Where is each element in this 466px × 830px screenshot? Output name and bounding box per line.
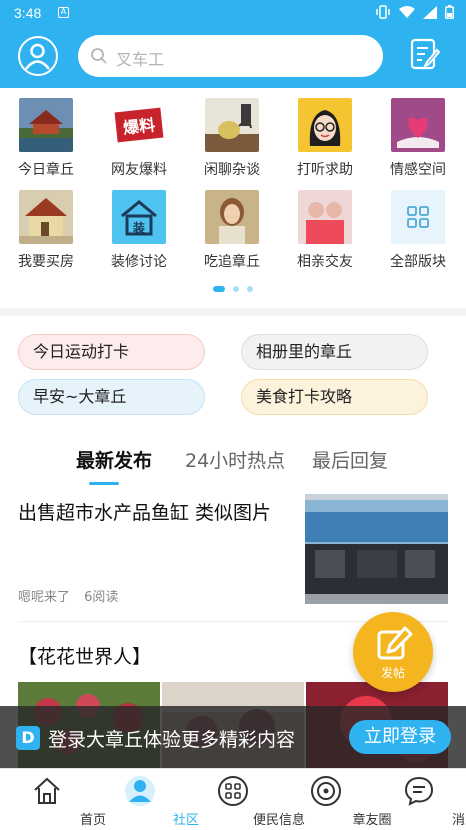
feed-tabs: 最新发布 24小时热点 最后回复 xyxy=(0,446,466,486)
page-indicator xyxy=(0,286,466,292)
category-user-tips[interactable]: 爆料 网友爆料 xyxy=(96,98,182,179)
new-post-label: 发帖 xyxy=(380,666,405,680)
category-decoration[interactable]: 装 装修讨论 xyxy=(96,190,182,271)
search-placeholder: 叉车工 xyxy=(116,50,165,69)
book-heart-photo xyxy=(391,98,445,152)
nav-home[interactable]: 首页 xyxy=(0,769,106,830)
tab-last-reply[interactable]: 最后回复 xyxy=(312,446,388,473)
pavilion-photo xyxy=(19,98,73,152)
status-time: 3:48 xyxy=(14,5,42,21)
search-icon xyxy=(90,47,108,69)
status-bar: 3:48 A xyxy=(0,0,466,26)
category-ask-help[interactable]: 打听求助 xyxy=(282,98,368,179)
edit-icon[interactable] xyxy=(410,38,441,74)
bottom-nav: 首页 社区 便民信息 章友圈 消息 xyxy=(0,768,466,830)
user-icon[interactable] xyxy=(18,36,58,76)
login-prompt: 登录大章丘体验更多精彩内容 xyxy=(48,729,296,751)
page-dot xyxy=(247,286,253,292)
teapot-photo xyxy=(205,98,259,152)
category-emotion[interactable]: 情感空间 xyxy=(375,98,461,179)
girl-glasses-cartoon xyxy=(298,98,352,152)
decor-icon: 装 xyxy=(112,190,166,244)
nav-community[interactable]: 社区 xyxy=(93,769,199,830)
signal-icon xyxy=(423,5,437,23)
category-label: 情感空间 xyxy=(390,162,446,178)
category-grid: 今日章丘 爆料 网友爆料 闲聊杂谈 打听求助 情感空间 我要买房 装 装修讨论 … xyxy=(0,88,466,308)
category-chat[interactable]: 闲聊杂谈 xyxy=(189,98,275,179)
main-feed: 今日运动打卡 相册里的章丘 早安~大章丘 美食打卡攻略 最新发布 24小时热点 … xyxy=(0,316,466,768)
category-label: 闲聊杂谈 xyxy=(204,162,260,178)
tab-latest[interactable]: 最新发布 xyxy=(76,446,152,473)
nav-friend-circle[interactable]: 章友圈 xyxy=(279,769,392,830)
tag-sport-checkin[interactable]: 今日运动打卡 xyxy=(18,334,205,370)
couple-photo xyxy=(298,190,352,244)
category-today-zhangqiu[interactable]: 今日章丘 xyxy=(3,98,89,179)
login-button[interactable]: 立即登录 xyxy=(349,720,451,754)
baoliao-stamp: 爆料 xyxy=(112,98,166,152)
page-dot xyxy=(233,286,239,292)
new-post-button[interactable]: 发帖 xyxy=(353,612,433,692)
top-bar: 3:48 A 叉车工 xyxy=(0,0,466,88)
nav-services[interactable]: 便民信息 xyxy=(186,769,305,830)
category-food[interactable]: 吃追章丘 xyxy=(189,190,275,271)
post-meta: 嗯呢来了 6阅读 xyxy=(18,586,118,605)
tag-food-guide[interactable]: 美食打卡攻略 xyxy=(241,379,428,415)
post-title[interactable]: 【花花世界人】 xyxy=(18,642,151,669)
search-input[interactable]: 叉车工 xyxy=(78,35,383,77)
post-author: 嗯呢来了 xyxy=(18,590,71,605)
category-label: 装修讨论 xyxy=(111,254,167,270)
circle-icon xyxy=(310,775,342,807)
category-all-boards[interactable]: 全部版块 xyxy=(375,190,461,271)
tab-indicator xyxy=(89,482,119,485)
page-dot-active xyxy=(213,286,225,292)
svg-text:装: 装 xyxy=(132,220,145,235)
nav-label: 消息 xyxy=(451,813,466,828)
services-icon xyxy=(217,775,249,807)
post-title[interactable]: 出售超市水产品鱼缸 类似图片 xyxy=(18,498,271,525)
tag-album[interactable]: 相册里的章丘 xyxy=(241,334,428,370)
nav-messages[interactable]: 消息 xyxy=(372,769,466,830)
category-buy-house[interactable]: 我要买房 xyxy=(3,190,89,271)
girl-eating-photo xyxy=(205,190,259,244)
tab-24h-hot[interactable]: 24小时热点 xyxy=(185,446,285,473)
vibrate-icon xyxy=(375,5,391,23)
category-label: 吃追章丘 xyxy=(204,254,260,270)
category-label: 今日章丘 xyxy=(18,162,74,178)
notification-icon: A xyxy=(58,7,69,18)
wifi-icon xyxy=(399,5,415,23)
tag-good-morning[interactable]: 早安~大章丘 xyxy=(18,379,205,415)
post-thumbnail[interactable] xyxy=(305,494,448,604)
category-label: 打听求助 xyxy=(297,162,353,178)
category-label: 我要买房 xyxy=(18,254,74,270)
category-label: 相亲交友 xyxy=(297,254,353,270)
house-photo xyxy=(19,190,73,244)
category-dating[interactable]: 相亲交友 xyxy=(282,190,368,271)
category-label: 网友爆料 xyxy=(111,162,167,178)
community-icon xyxy=(124,775,156,807)
home-icon xyxy=(31,775,63,807)
message-icon xyxy=(403,775,435,807)
post-reads: 6阅读 xyxy=(84,590,119,605)
grid-icon xyxy=(391,190,445,244)
status-icons xyxy=(375,5,454,23)
login-banner: D 登录大章丘体验更多精彩内容 立即登录 xyxy=(0,706,466,768)
svg-text:爆料: 爆料 xyxy=(122,115,156,137)
app-logo: D xyxy=(16,726,40,750)
category-label: 全部版块 xyxy=(390,254,446,270)
battery-icon xyxy=(445,5,454,23)
